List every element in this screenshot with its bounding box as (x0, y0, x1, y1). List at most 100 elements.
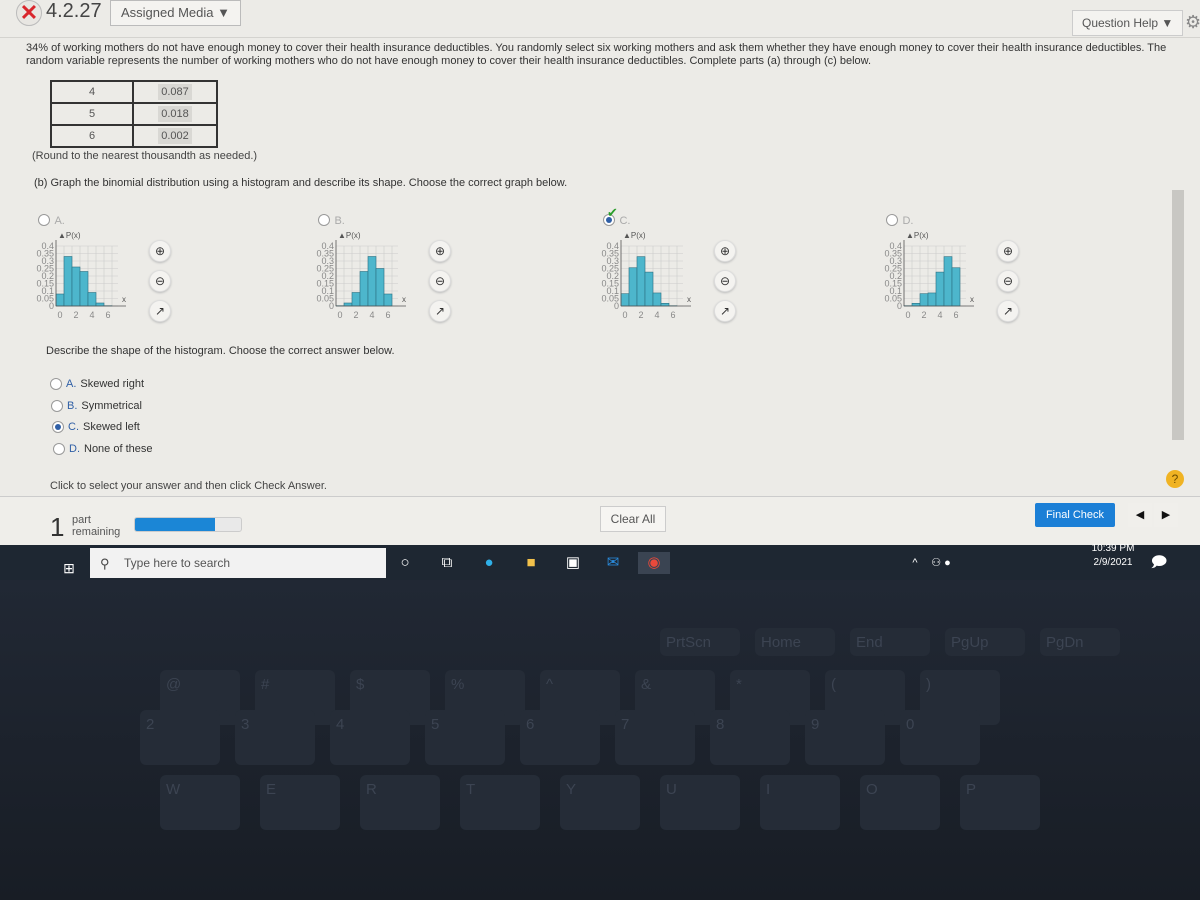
taskbar-clock[interactable]: 10:39 PM 2/9/2021 (1088, 542, 1138, 570)
clear-all-button[interactable]: Clear All (600, 506, 666, 532)
zoom-in-icon[interactable]: ⊕ (149, 240, 171, 262)
radio-button[interactable] (50, 378, 62, 391)
notification-icon[interactable]: 🗩 (1148, 552, 1170, 574)
answer-option-d[interactable]: D. None of these (53, 443, 153, 455)
parts-count: 1 (50, 512, 65, 542)
keyboard-key: U (660, 775, 740, 830)
zoom-out-icon[interactable]: ⊖ (149, 270, 171, 292)
histogram-bar (55, 293, 65, 307)
x-tick-label: 6 (953, 310, 958, 320)
chevron-up-icon[interactable]: ^ (904, 552, 926, 574)
keyboard-key: PrtScn (660, 628, 740, 656)
file-explorer-icon[interactable]: ■ (520, 552, 542, 574)
graph-option-a[interactable]: A. (38, 211, 65, 229)
y-axis-label: ▲P(x) (906, 231, 929, 240)
radio-button[interactable] (53, 442, 65, 455)
table-row: 5 0.018 (50, 102, 218, 126)
histogram-bar (652, 292, 662, 307)
graph-option-b[interactable]: B. (318, 211, 345, 229)
radio-button[interactable] (51, 399, 63, 412)
tray-icons[interactable]: ⚇ ● ☁ ▭ 🔊 ✎ (930, 552, 952, 657)
chrome-icon[interactable]: ◉ (638, 552, 670, 574)
histogram-bar (636, 256, 646, 307)
histogram-a: 00.050.10.150.20.250.30.350.4▲P(x)x0 2 4 6 (36, 231, 126, 320)
answer-option-b[interactable]: B. Symmetrical (51, 400, 142, 412)
zoom-out-icon[interactable]: ⊖ (429, 270, 451, 292)
assigned-media-button[interactable]: Assigned Media ▼ (110, 0, 241, 26)
zoom-in-icon[interactable]: ⊕ (714, 240, 736, 262)
histogram-bar (943, 256, 953, 307)
windows-start-icon[interactable]: ⊞ (58, 557, 80, 579)
question-help-button[interactable]: Question Help ▼ (1072, 10, 1184, 36)
option-text: Skewed right (80, 378, 144, 390)
option-label: A. (54, 215, 65, 227)
open-external-icon[interactable]: ↗ (714, 300, 736, 322)
table-cell-p: 0.087 (132, 80, 218, 104)
taskbar-search-input[interactable]: Type here to search (90, 548, 386, 578)
store-icon[interactable]: ▣ (562, 552, 584, 574)
parts-label: part (72, 514, 91, 526)
zoom-out-icon[interactable]: ⊖ (997, 270, 1019, 292)
next-button[interactable]: ▶ (1154, 503, 1178, 527)
x-icon: ✕ (16, 0, 42, 26)
graph-option-d[interactable]: D. (886, 211, 913, 229)
previous-button[interactable]: ◀ (1128, 503, 1152, 527)
help-icon[interactable]: ? (1166, 470, 1184, 488)
option-letter: D. (69, 442, 80, 455)
keyboard-key: Y (560, 775, 640, 830)
histogram-bar (927, 292, 937, 307)
option-label: C. (619, 215, 631, 227)
edge-icon[interactable]: ● (478, 552, 500, 574)
x-tick-label: 2 (921, 310, 926, 320)
graph-option-c[interactable]: C. ✔ (603, 205, 631, 229)
histogram-bar (359, 271, 369, 307)
keyboard-key: 3 (235, 710, 315, 765)
histogram-bar (87, 292, 97, 307)
keyboard-key: 9 (805, 710, 885, 765)
task-view-icon[interactable]: ⧉ (436, 552, 458, 574)
keyboard-key: W (160, 775, 240, 830)
option-letter: A. (66, 378, 77, 390)
radio-button[interactable] (52, 421, 64, 434)
zoom-in-icon[interactable]: ⊕ (997, 240, 1019, 262)
table-row: 4 0.087 (50, 80, 218, 104)
radio-button[interactable] (318, 213, 330, 226)
table-cell-x: 4 (50, 80, 134, 104)
cortana-icon[interactable]: ○ (394, 552, 416, 574)
keyboard-key: E (260, 775, 340, 830)
x-tick-label: 6 (105, 310, 110, 320)
mail-icon[interactable]: ✉ (602, 552, 624, 574)
open-external-icon[interactable]: ↗ (429, 300, 451, 322)
answer-option-a[interactable]: A. Skewed right (50, 378, 144, 391)
x-tick-label: 6 (670, 310, 675, 320)
x-tick-label: 2 (73, 310, 78, 320)
scrollbar[interactable] (1172, 190, 1184, 440)
answer-option-c[interactable]: C. Skewed left (52, 421, 140, 434)
histogram-bar (351, 292, 361, 307)
histogram-bar (79, 271, 89, 307)
histogram-bar (644, 271, 654, 307)
keyboard-key: P (960, 775, 1040, 830)
keyboard-key: PgDn (1040, 628, 1120, 656)
zoom-out-icon[interactable]: ⊖ (714, 270, 736, 292)
radio-button[interactable] (886, 213, 898, 226)
table-cell-p: 0.002 (132, 124, 218, 148)
gear-icon[interactable]: ⚙ (1185, 12, 1200, 33)
answer-value: 0.087 (158, 84, 192, 100)
radio-button[interactable] (38, 213, 50, 226)
round-note: (Round to the nearest thousandth as need… (32, 150, 258, 162)
x-tick-label: 0 (337, 310, 342, 320)
keyboard-key: Home (755, 628, 835, 656)
open-external-icon[interactable]: ↗ (149, 300, 171, 322)
x-tick-label: 0 (622, 310, 627, 320)
open-external-icon[interactable]: ↗ (997, 300, 1019, 322)
histogram-bar (63, 256, 73, 307)
keyboard-key: O (860, 775, 940, 830)
final-check-button[interactable]: Final Check (1035, 503, 1115, 527)
zoom-in-icon[interactable]: ⊕ (429, 240, 451, 262)
answer-value: 0.018 (158, 106, 192, 122)
option-text: None of these (84, 442, 153, 455)
y-tick-label: 0.4 (606, 241, 619, 251)
progress-fill (135, 518, 215, 531)
histogram-bar (628, 267, 638, 307)
